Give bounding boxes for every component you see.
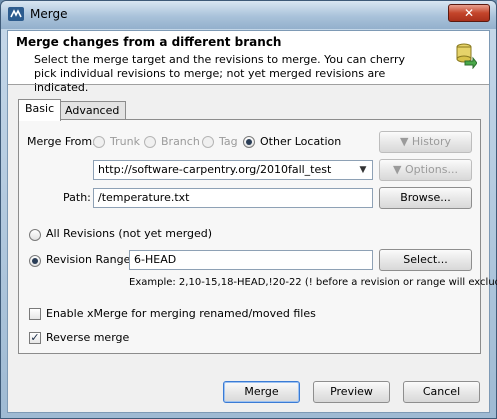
browse-button[interactable]: Browse... (379, 187, 472, 209)
other-location-radio[interactable] (243, 136, 255, 148)
dropdown-arrow-icon: ▼ (399, 135, 412, 148)
close-button[interactable]: ✕ (448, 4, 490, 22)
merge-from-label: Merge From: (27, 135, 96, 148)
header-description: Select the merge target and the revision… (34, 53, 406, 94)
tag-label: Tag (219, 135, 238, 148)
all-revisions-label: All Revisions (not yet merged) (46, 227, 213, 240)
revision-range-input[interactable]: 6-HEAD (129, 250, 373, 270)
options-button-label: Options... (405, 163, 458, 176)
trunk-radio[interactable] (93, 136, 105, 148)
revision-example-text: Example: 2,10-15,18-HEAD,!20-22 (! befor… (129, 277, 497, 288)
history-button[interactable]: ▼ History (379, 131, 472, 153)
branch-label: Branch (161, 135, 200, 148)
window-title: Merge (30, 7, 68, 21)
other-location-label: Other Location (260, 135, 342, 148)
preview-button[interactable]: Preview (313, 381, 390, 403)
tab-advanced[interactable]: Advanced (58, 101, 127, 121)
revision-range-radio[interactable] (29, 255, 41, 267)
database-merge-icon (456, 43, 477, 69)
select-revisions-button[interactable]: Select... (379, 249, 472, 271)
history-button-label: History (411, 135, 452, 148)
url-value: http://software-carpentry.org/2010fall_t… (98, 163, 332, 176)
header-panel: Merge changes from a different branch Se… (8, 31, 489, 94)
reverse-merge-checkbox[interactable]: ✓ (29, 332, 41, 344)
merge-app-icon (8, 7, 24, 21)
header-title: Merge changes from a different branch (16, 35, 282, 49)
cancel-button[interactable]: Cancel (403, 381, 480, 403)
branch-radio[interactable] (144, 136, 156, 148)
reverse-merge-label: Reverse merge (46, 331, 130, 344)
trunk-label: Trunk (110, 135, 140, 148)
dropdown-arrow-icon: ▼ (393, 163, 406, 176)
tag-radio[interactable] (202, 136, 214, 148)
merge-button[interactable]: Merge (223, 381, 300, 403)
revision-range-label: Revision Range: (46, 253, 135, 266)
options-button[interactable]: ▼ Options... (379, 159, 472, 181)
title-bar[interactable]: Merge ✕ (1, 1, 496, 29)
tab-basic[interactable]: Basic (18, 99, 62, 121)
url-combobox[interactable]: http://software-carpentry.org/2010fall_t… (93, 160, 373, 180)
all-revisions-radio[interactable] (29, 229, 41, 241)
merge-dialog-window: Merge ✕ Merge changes from a different b… (0, 0, 497, 419)
path-input[interactable]: /temperature.txt (93, 188, 373, 208)
xmerge-checkbox[interactable] (29, 308, 41, 320)
xmerge-label: Enable xMerge for merging renamed/moved … (46, 307, 316, 320)
path-label: Path: (63, 191, 91, 204)
basic-tab-panel: Merge From: Trunk Branch Tag Other Locat… (18, 119, 497, 354)
chevron-down-icon[interactable]: ▼ (356, 163, 370, 177)
dialog-client-area: Merge changes from a different branch Se… (7, 30, 497, 413)
